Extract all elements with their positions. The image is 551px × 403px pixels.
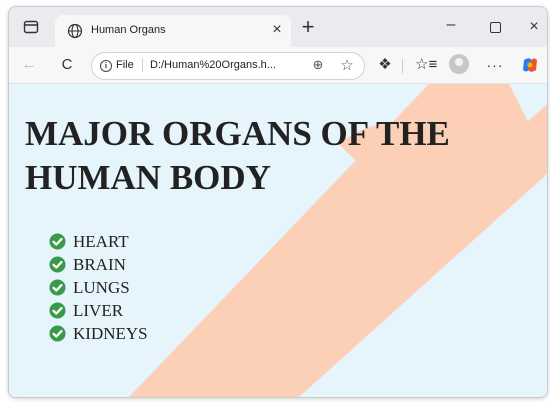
maximize-icon <box>489 22 501 33</box>
list-item: LUNGS <box>49 276 148 299</box>
list-item: HEART <box>49 230 148 253</box>
list-item: BRAIN <box>49 253 148 276</box>
minimize-button[interactable]: – <box>439 17 463 37</box>
file-label: File <box>116 59 134 71</box>
globe-icon <box>67 23 83 39</box>
back-arrow-icon[interactable]: ← <box>19 55 39 75</box>
check-icon <box>49 302 66 319</box>
organ-label: HEART <box>73 231 129 251</box>
check-icon <box>49 233 66 250</box>
address-divider <box>142 58 143 72</box>
check-icon <box>49 279 66 296</box>
tab-human-organs[interactable]: Human Organs × <box>55 15 291 47</box>
copilot-icon[interactable] <box>521 56 539 74</box>
favorite-star-icon[interactable]: ☆ <box>338 56 356 74</box>
plus-icon[interactable]: + <box>297 16 319 39</box>
browser-window: Human Organs × + – × ← C i File D:/Human… <box>8 6 548 398</box>
page-content: MAJOR ORGANS OF THE HUMAN BODY HEART BRA… <box>9 84 547 397</box>
address-bar[interactable]: i File D:/Human%20Organs.h... ⊕ ☆ <box>91 52 365 80</box>
tab-strip: Human Organs × + – × <box>9 7 547 47</box>
toolbar-divider <box>402 59 403 73</box>
page-title: MAJOR ORGANS OF THE HUMAN BODY <box>25 114 450 197</box>
info-icon[interactable]: i <box>100 60 112 72</box>
window-menu-icon[interactable] <box>23 19 39 35</box>
profile-icon[interactable] <box>449 54 469 74</box>
organ-label: BRAIN <box>73 254 126 274</box>
list-item: KIDNEYS <box>49 322 148 345</box>
tab-title: Human Organs <box>91 24 166 36</box>
favorites-icon[interactable]: ☆≡ <box>415 55 437 75</box>
extensions-icon[interactable]: ❖ <box>375 55 395 75</box>
browser-toolbar: ← C i File D:/Human%20Organs.h... ⊕ ☆ ❖ … <box>9 47 547 84</box>
close-icon[interactable]: × <box>267 20 287 40</box>
maximize-button[interactable] <box>483 17 507 37</box>
organ-label: LIVER <box>73 300 124 320</box>
url-text[interactable]: D:/Human%20Organs.h... <box>150 59 276 71</box>
more-icon[interactable]: ··· <box>485 55 505 75</box>
refresh-icon[interactable]: C <box>57 55 77 75</box>
window-close-button[interactable]: × <box>522 17 546 37</box>
check-icon <box>49 256 66 273</box>
organ-list: HEART BRAIN LUNGS LIVER KIDNEYS <box>49 230 148 345</box>
organ-label: KIDNEYS <box>73 323 148 343</box>
zoom-icon[interactable]: ⊕ <box>310 57 326 73</box>
check-icon <box>49 325 66 342</box>
list-item: LIVER <box>49 299 148 322</box>
organ-label: LUNGS <box>73 277 130 297</box>
